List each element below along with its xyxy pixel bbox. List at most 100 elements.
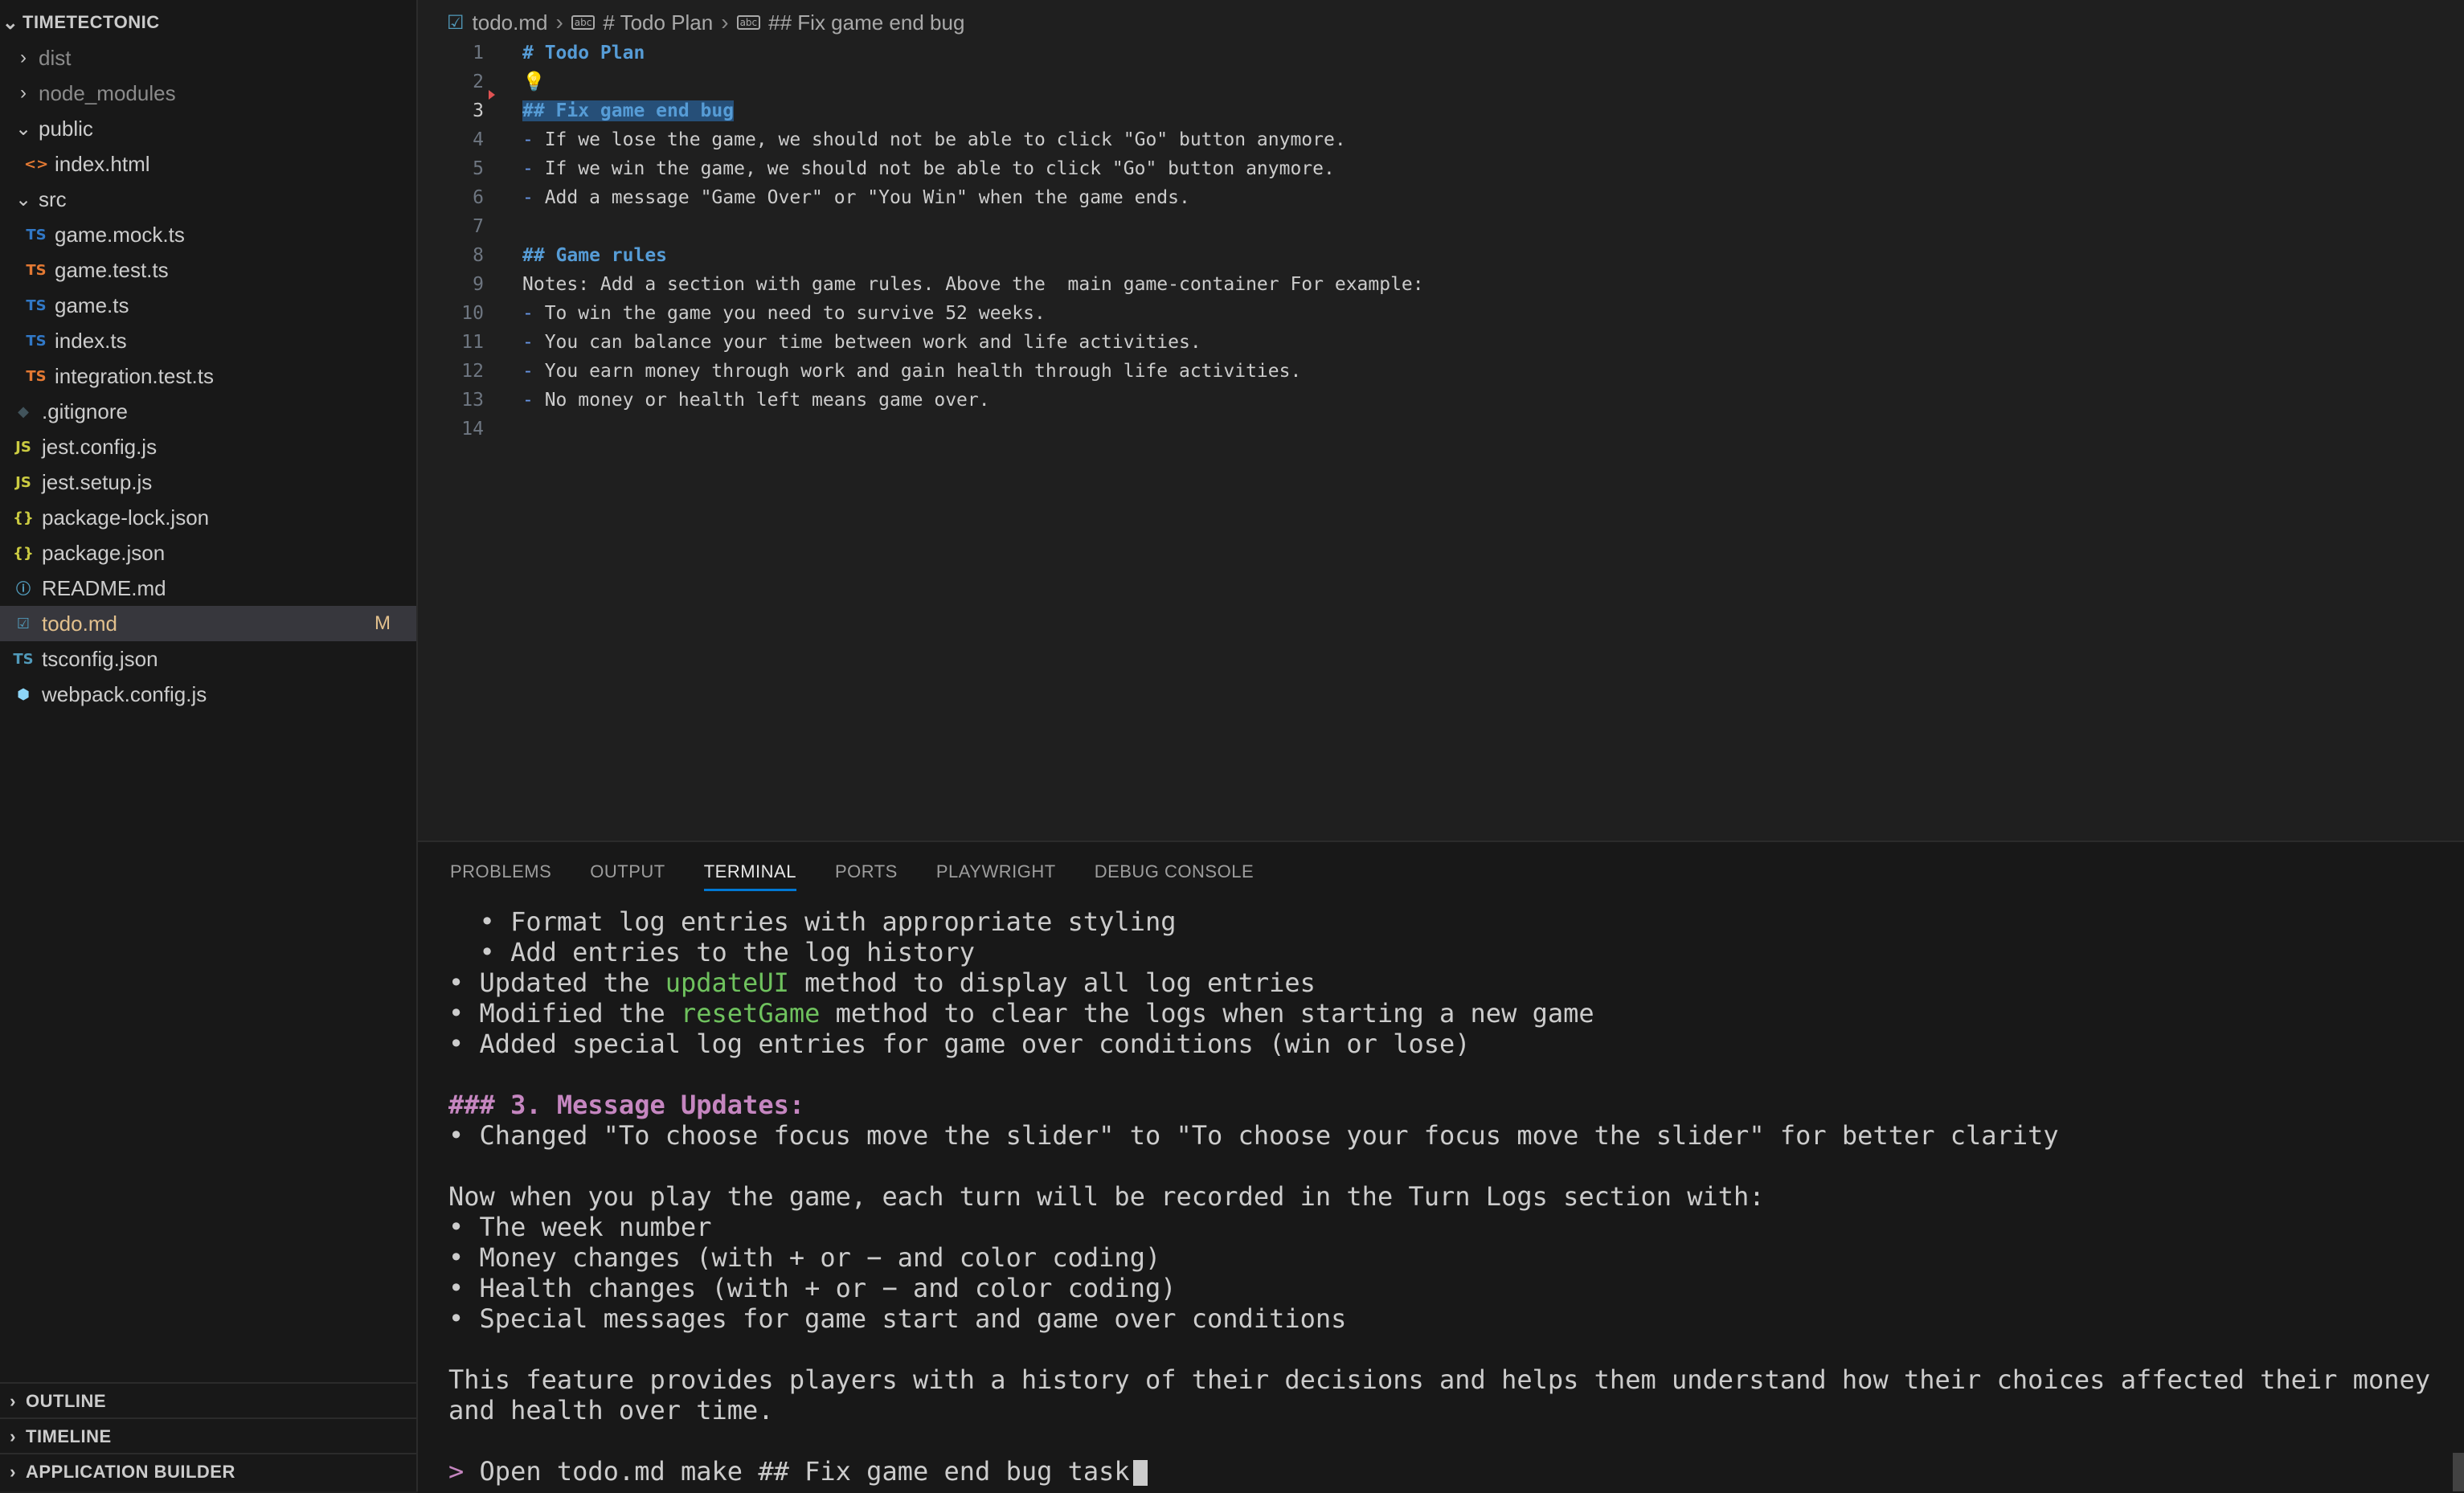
terminal-line: • Special messages for game start and ga… [448,1303,2425,1334]
file-name: index.html [55,151,150,176]
line-text: Notes: Add a section with game rules. Ab… [522,270,1424,299]
file-item[interactable]: {} package.json [0,535,416,571]
file-name: public [39,116,93,141]
folder-item[interactable]: ⌄ src [0,182,416,217]
breadcrumb-item[interactable]: # Todo Plan [603,10,713,35]
terminal-text: method to clear the logs when starting a… [820,998,1594,1029]
terminal-scrollbar[interactable] [2453,1453,2464,1491]
folder-item[interactable]: › node_modules [0,76,416,111]
code-line[interactable]: 13 - No money or health left means game o… [418,386,2464,415]
file-item[interactable]: JS jest.setup.js [0,464,416,500]
folder-item[interactable]: ⌄ public [0,111,416,146]
breadcrumb-item[interactable]: ## Fix game end bug [768,10,964,35]
line-content: Notes: Add a section with game rules. Ab… [522,274,1424,295]
terminal-prompt-line[interactable]: > Open todo.md make ## Fix game end bug … [448,1456,2425,1487]
code-line[interactable]: 4 - If we lose the game, we should not be… [418,125,2464,154]
tab-problems[interactable]: PROBLEMS [450,861,551,891]
line-text: - No money or health left means game ove… [522,386,990,415]
code-line[interactable]: 11 - You can balance your time between wo… [418,328,2464,357]
chevron-right-icon: › [721,10,729,35]
file-item[interactable]: TS tsconfig.json [0,641,416,677]
lightbulb-icon[interactable]: 💡 [522,72,546,92]
file-type-icon: TS [13,650,34,668]
code-line[interactable]: 2 💡 [418,67,2464,96]
line-number: 1 [473,43,484,63]
line-text: 💡 [522,67,546,96]
code-line[interactable]: 8 ## Game rules [418,241,2464,270]
file-item[interactable]: TS game.mock.ts [0,217,416,252]
terminal[interactable]: • Format log entries with appropriate st… [448,906,2430,1487]
tab-debug-console[interactable]: DEBUG CONSOLE [1095,861,1254,891]
terminal-line: ### 3. Message Updates: [448,1090,2425,1120]
file-name: src [39,186,67,211]
file-item[interactable]: <> index.html [0,146,416,182]
line-number: 4 [473,129,484,150]
terminal-line: • Health changes (with + or − and color … [448,1273,2425,1303]
line-content: You can balance your time between work a… [544,332,1201,353]
file-item[interactable]: ◆ .gitignore [0,394,416,429]
terminal-text: • Special messages for game start and ga… [448,1303,1347,1334]
panel-tabs: PROBLEMS OUTPUT TERMINAL PORTS PLAYWRIGHT DEB… [450,861,1254,891]
terminal-line: • Updated the updateUI method to display… [448,967,2425,998]
folder-item[interactable]: › dist [0,40,416,76]
file-type-icon: TS [26,367,47,385]
line-number: 3 [473,100,484,121]
terminal-text: • Updated the [448,967,665,998]
sidebar-section-header[interactable]: › OUTLINE [0,1382,416,1419]
terminal-line: • Modified the resetGame method to clear… [448,998,2425,1029]
code-line[interactable]: 3 ## Fix game end bug [418,96,2464,125]
file-name: game.test.ts [55,257,169,282]
terminal-text: • The week number [448,1212,712,1242]
tab-output[interactable]: OUTPUT [590,861,665,891]
file-item[interactable]: ⬢ webpack.config.js [0,677,416,712]
sidebar-section-header[interactable]: › APPLICATION BUILDER [0,1453,416,1490]
code-line[interactable]: 5 - If we win the game, we should not be … [418,154,2464,183]
line-number: 5 [473,158,484,179]
code-line[interactable]: 6 - Add a message "Game Over" or "You Win… [418,183,2464,212]
file-item[interactable]: {} package-lock.json [0,500,416,535]
file-item[interactable]: TS index.ts [0,323,416,358]
line-text: - If we win the game, we should not be a… [522,154,1335,183]
file-type-icon: ☑ [16,615,31,632]
terminal-text: resetGame [680,998,821,1029]
file-type-icon: TS [26,226,47,243]
terminal-text: • Format log entries with appropriate st… [448,906,1177,937]
file-item[interactable]: ☑ todo.md M [0,606,416,641]
file-name: README.md [42,575,166,600]
terminal-line: • The week number [448,1212,2425,1242]
file-name: index.ts [55,328,127,353]
file-item[interactable]: JS jest.config.js [0,429,416,464]
terminal-line: • Add entries to the log history [448,937,2425,967]
line-number: 10 [461,303,484,324]
code-line[interactable]: 1 # Todo Plan [418,39,2464,67]
terminal-text: updateUI [665,967,789,998]
tab-ports[interactable]: PORTS [835,861,898,891]
prompt-symbol: > [448,1456,465,1487]
git-modified-badge: M [375,612,391,634]
tab-playwright[interactable]: PLAYWRIGHT [936,861,1056,891]
line-content: You earn money through work and gain hea… [544,361,1302,382]
line-text: - Add a message "Game Over" or "You Win"… [522,183,1190,212]
sidebar-section-header[interactable]: › TIMELINE [0,1417,416,1454]
terminal-input[interactable]: Open todo.md make ## Fix game end bug ta… [480,1456,1130,1487]
code-line[interactable]: 12 - You earn money through work and gain… [418,357,2464,386]
file-type-icon: {} [13,544,34,562]
file-item[interactable]: ⓘ README.md [0,571,416,606]
code-line[interactable]: 10 - To win the game you need to survive … [418,299,2464,328]
file-type-icon: JS [15,438,31,456]
tab-terminal[interactable]: TERMINAL [703,861,796,891]
code-line[interactable]: 7 [418,212,2464,241]
file-item[interactable]: TS game.test.ts [0,252,416,288]
line-number: 6 [473,187,484,208]
list-marker: - [522,332,545,353]
code-line[interactable]: 14 [418,415,2464,444]
breadcrumb-item[interactable]: todo.md [473,10,548,35]
file-item[interactable]: TS integration.test.ts [0,358,416,394]
terminal-text: • Modified the [448,998,681,1029]
terminal-line: and health over time. [448,1395,2425,1426]
explorer-root[interactable]: ⌄ TIMETECTONIC [0,5,416,40]
file-item[interactable]: TS game.ts [0,288,416,323]
section-label: TIMELINE [26,1426,112,1446]
code-line[interactable]: 9 Notes: Add a section with game rules. A… [418,270,2464,299]
